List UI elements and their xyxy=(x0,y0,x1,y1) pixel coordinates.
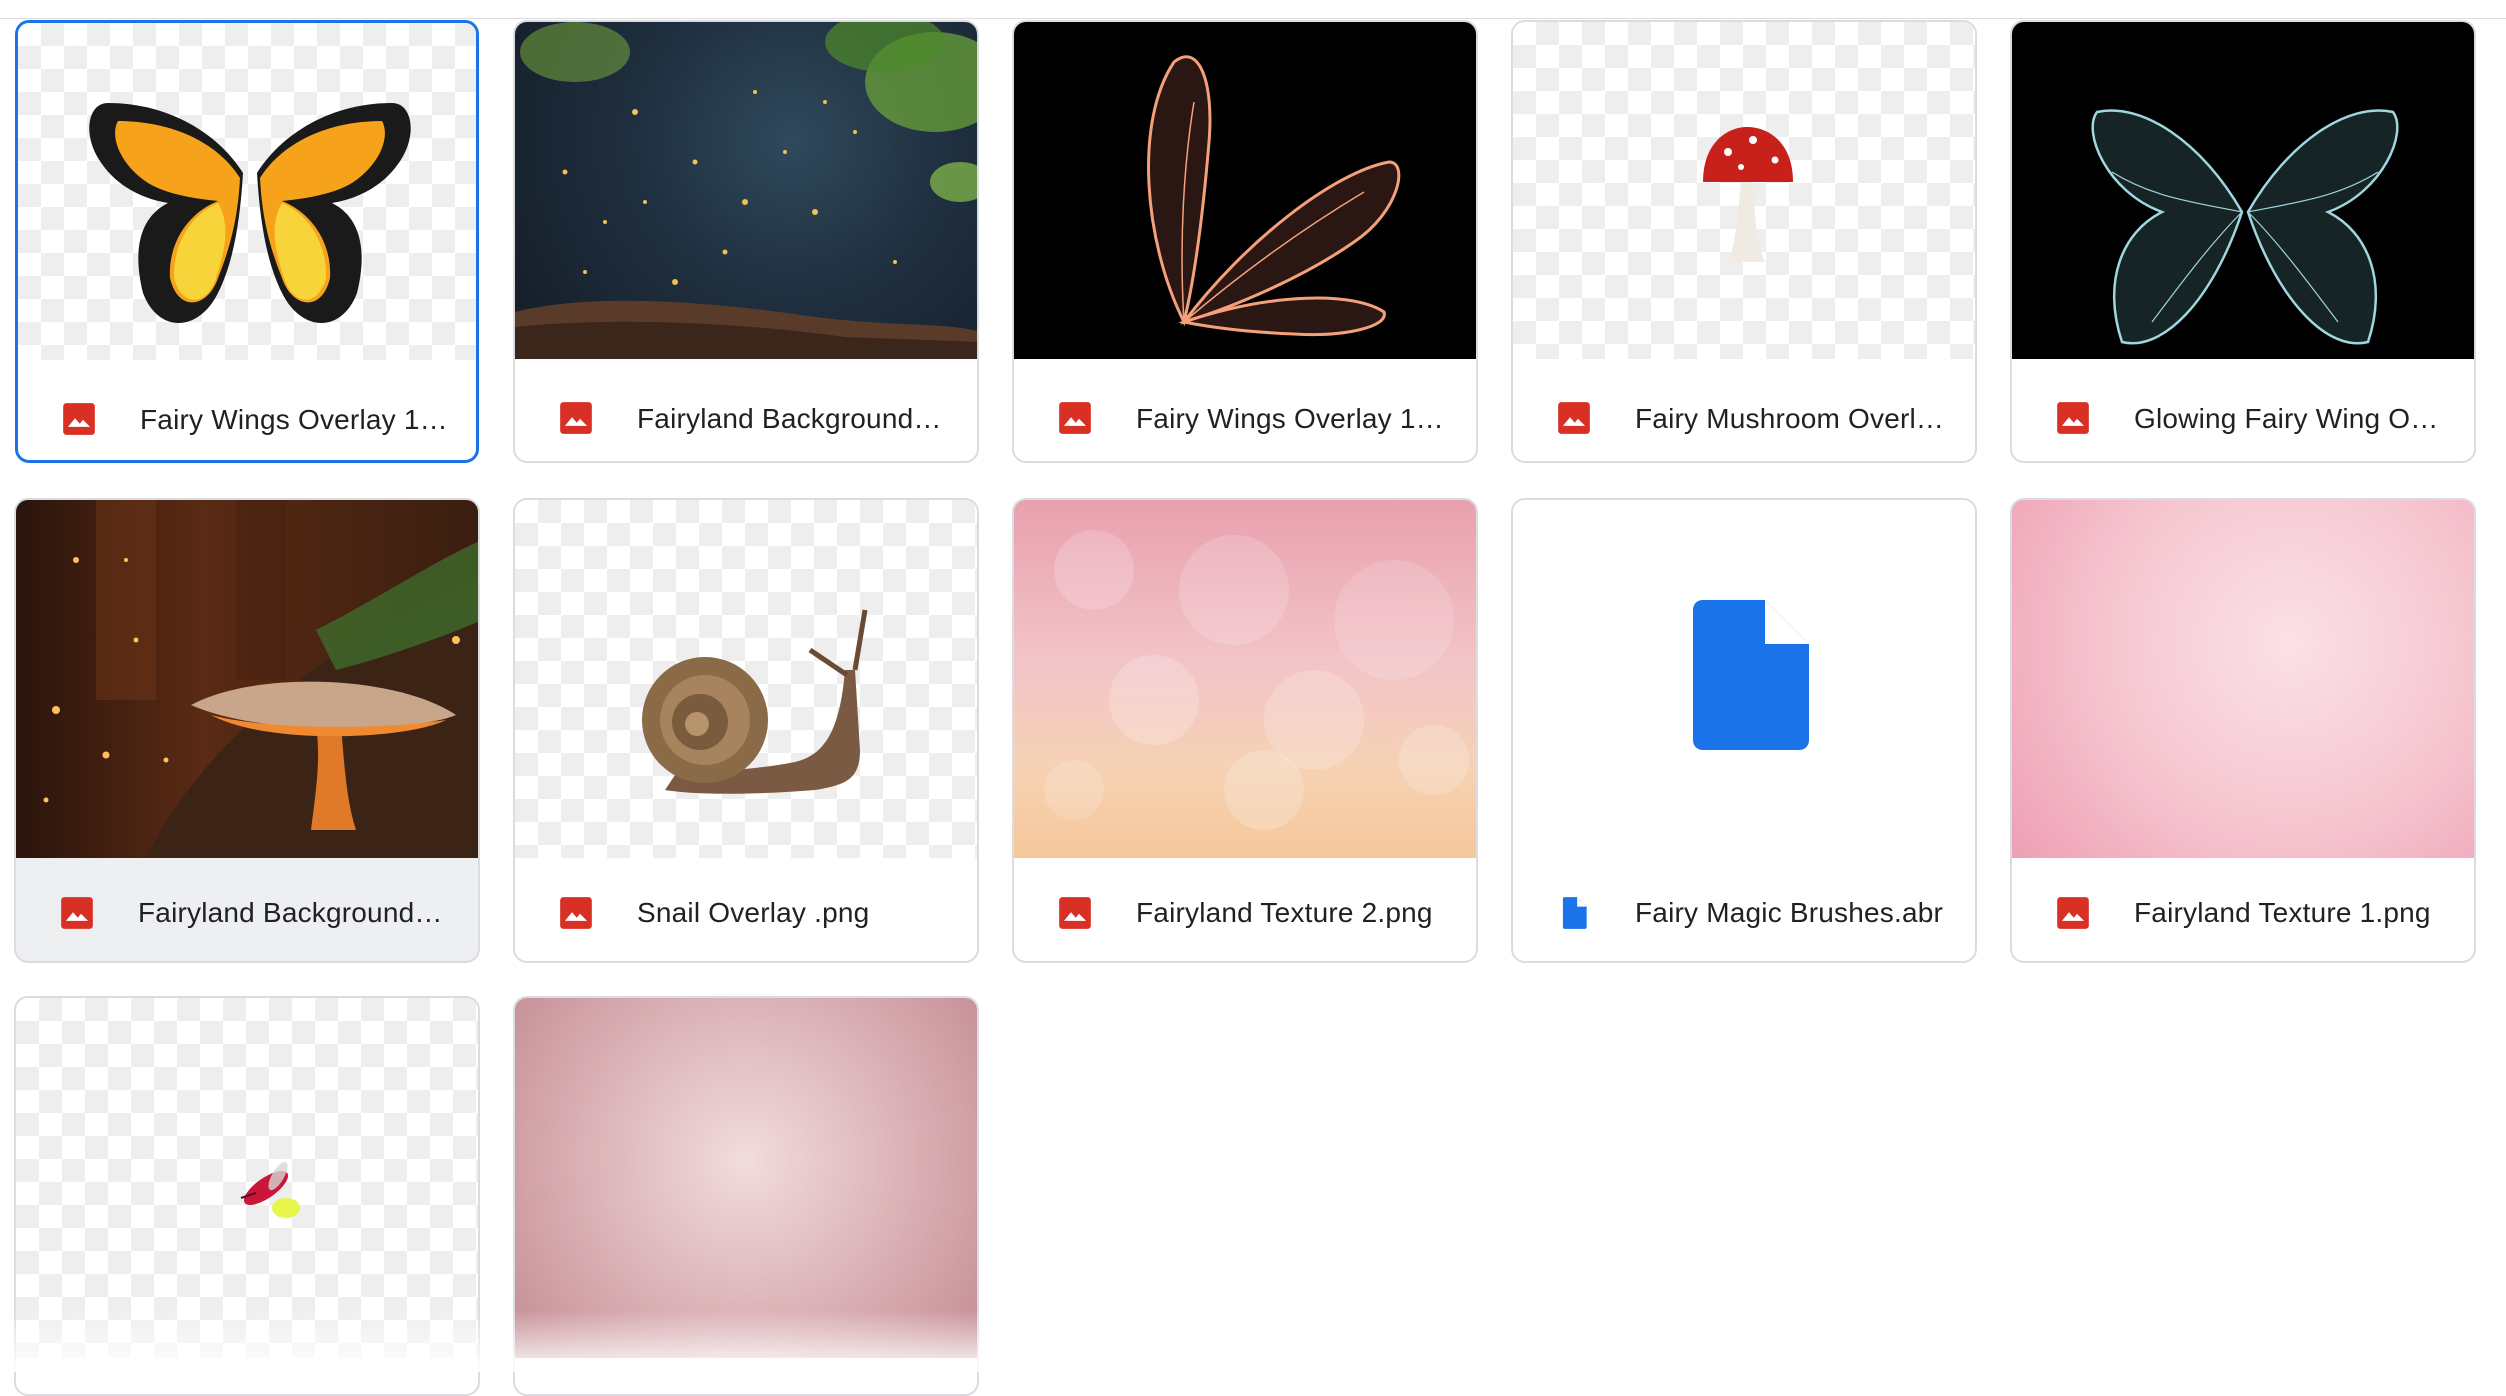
butterfly-wings-image xyxy=(89,103,411,323)
image-file-icon xyxy=(1059,402,1091,434)
file-name: Fairy Mushroom Overl… xyxy=(1635,403,1945,434)
file-caption: Fairy Magic Brushes.abr xyxy=(1513,858,1975,961)
file-name: Fairy Wings Overlay 1.… xyxy=(1136,403,1446,434)
file-name: Snail Overlay .png xyxy=(637,897,870,928)
image-file-icon xyxy=(560,402,592,434)
thumbnail-mushroom-forest xyxy=(16,500,478,858)
file-caption: Fairyland Texture 2.png xyxy=(1014,858,1476,961)
thumbnail-glowing-orange-wings xyxy=(1014,22,1476,359)
image-file-icon xyxy=(560,897,592,929)
snail-image xyxy=(642,609,868,794)
thumbnail-snail xyxy=(515,500,977,858)
thumbnail-red-mushroom xyxy=(1513,22,1975,359)
image-file-icon xyxy=(61,897,93,929)
large-document-icon xyxy=(1693,600,1809,750)
forest-bokeh-image xyxy=(515,22,977,359)
file-caption: Fairy Wings Overlay 1 … xyxy=(18,360,476,460)
image-file-icon xyxy=(2057,402,2089,434)
generic-file-icon xyxy=(1562,897,1587,929)
image-file-icon xyxy=(2057,897,2089,929)
image-file-icon xyxy=(1558,402,1590,434)
file-name: Fairyland Background … xyxy=(138,897,448,928)
file-card-fairy-mushroom-overlay[interactable]: Fairy Mushroom Overl… xyxy=(1511,20,1977,463)
blue-wings-image xyxy=(2091,109,2399,345)
bokeh-circles xyxy=(1044,530,1469,830)
file-card-fairy-wings-overlay[interactable]: Fairy Wings Overlay 1 … xyxy=(15,20,479,463)
file-grid: Fairy Wings Overlay 1 … Fairyland Backgr… xyxy=(0,0,2506,1396)
file-name: Fairyland Texture 2.png xyxy=(1136,897,1433,928)
scroll-fade xyxy=(0,1310,2506,1372)
image-file-icon xyxy=(1059,897,1091,929)
file-caption: Snail Overlay .png xyxy=(515,858,977,961)
thumbnail-dusty-rose-texture xyxy=(515,998,977,1358)
file-name: Fairyland Background … xyxy=(637,403,947,434)
mushroom-forest-image xyxy=(43,500,478,858)
thumbnail-pink-bokeh-texture xyxy=(1014,500,1476,858)
file-caption: Fairy Mushroom Overl… xyxy=(1513,359,1975,461)
file-caption: Fairy Wings Overlay 1.… xyxy=(1014,359,1476,461)
file-card-fairyland-texture-1[interactable]: Fairyland Texture 1.png xyxy=(2010,498,2476,963)
red-mushroom-image xyxy=(1703,127,1793,262)
file-card-fairy-magic-brushes[interactable]: Fairy Magic Brushes.abr xyxy=(1511,498,1977,963)
firefly-image xyxy=(240,1161,300,1218)
file-card-glowing-fairy-wing[interactable]: Glowing Fairy Wing Ov… xyxy=(2010,20,2476,463)
thumbnail-pink-texture xyxy=(2012,500,2474,858)
file-name: Glowing Fairy Wing Ov… xyxy=(2134,403,2444,434)
file-card-fairyland-background-2[interactable]: Fairyland Background … xyxy=(14,498,480,963)
thumbnail-generic-document xyxy=(1513,500,1975,858)
file-name: Fairy Magic Brushes.abr xyxy=(1635,897,1944,928)
file-name: Fairy Wings Overlay 1 … xyxy=(140,404,450,435)
thumbnail-forest-bokeh xyxy=(515,22,977,359)
file-card-fairyland-background[interactable]: Fairyland Background … xyxy=(513,20,979,463)
image-file-icon xyxy=(63,403,95,435)
file-caption: Fairyland Background … xyxy=(515,359,977,461)
thumbnail-blue-fairy-wings xyxy=(2012,22,2474,359)
file-name: Fairyland Texture 1.png xyxy=(2134,897,2431,928)
thumbnail-yellow-butterfly-wings xyxy=(18,23,476,360)
glowing-wings-image xyxy=(1147,55,1401,337)
thumbnail-firefly xyxy=(16,998,478,1358)
file-caption: Fairyland Background … xyxy=(16,858,478,961)
file-card-snail-overlay[interactable]: Snail Overlay .png xyxy=(513,498,979,963)
file-caption: Fairyland Texture 1.png xyxy=(2012,858,2474,961)
file-card-fairyland-texture-2[interactable]: Fairyland Texture 2.png xyxy=(1012,498,1478,963)
file-caption: Glowing Fairy Wing Ov… xyxy=(2012,359,2474,461)
file-card-fairy-wings-overlay-glow[interactable]: Fairy Wings Overlay 1.… xyxy=(1012,20,1478,463)
